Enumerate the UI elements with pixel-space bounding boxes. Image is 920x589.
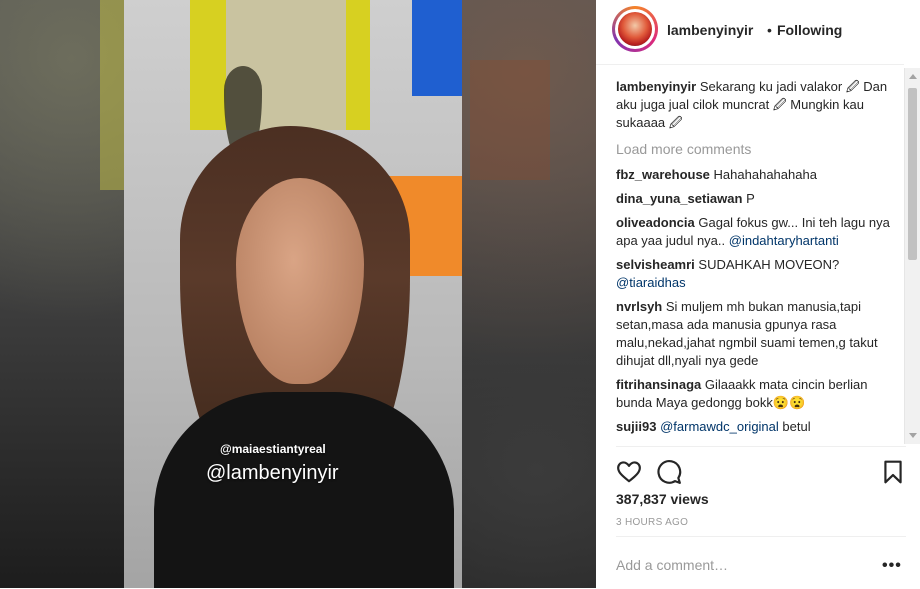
background-blue-panel (412, 0, 462, 96)
add-comment-bar: Add a comment… ••• (616, 536, 906, 589)
bookmark-icon[interactable] (880, 459, 906, 485)
comment-text: P (746, 191, 755, 206)
comment-text: betul (782, 419, 811, 434)
comment-mention-link[interactable]: @indahtaryhartanti (729, 233, 839, 248)
post-caption: lambenyinyir Sekarang ku jadi valakor 🖉 … (616, 78, 902, 132)
comment-item: nvrlsyh Si muljem mh bukan manusia,tapi … (616, 298, 902, 370)
scroll-down-arrow-icon[interactable] (909, 433, 917, 438)
comments-scrollbar[interactable] (904, 68, 920, 444)
post-header: lambenyinyir • Following (596, 0, 904, 65)
comment-item: fbz_warehouse Hahahahahahaha (616, 166, 902, 184)
comment-text: Hahahahahahaha (713, 167, 817, 182)
background-wall (190, 0, 370, 130)
more-options-icon[interactable]: ••• (882, 557, 902, 575)
header-separator: • (767, 22, 772, 38)
view-count[interactable]: 387,837 views (616, 491, 709, 507)
avatar[interactable] (612, 6, 658, 52)
comment-item: fitrihansinaga Gilaaakk mata cincin berl… (616, 376, 902, 412)
comment-bubble-icon[interactable] (656, 459, 682, 485)
comment-item: sujii93 @farmawdc_original betul (616, 418, 902, 436)
video-overlay-tag-small: @maiaestiantyreal (220, 442, 326, 456)
person-shirt (154, 392, 454, 588)
comment-username[interactable]: fbz_warehouse (616, 167, 710, 182)
comment-item: oliveadoncia Gagal fokus gw... Ini teh l… (616, 214, 902, 250)
caption-username[interactable]: lambenyinyir (616, 79, 696, 94)
comment-mention-link[interactable]: @farmawdc_original (660, 419, 779, 434)
comment-username[interactable]: oliveadoncia (616, 215, 695, 230)
comment-item: selvisheamri SUDAHKAH MOVEON? @tiaraidha… (616, 256, 902, 292)
video-overlay-tag-big: @lambenyinyir (206, 462, 339, 484)
post-actions (616, 446, 906, 487)
comment-username[interactable]: nvrlsyh (616, 299, 662, 314)
comments-list[interactable]: lambenyinyir Sekarang ku jadi valakor 🖉 … (616, 78, 902, 442)
follow-button[interactable]: Following (777, 22, 842, 38)
video-player[interactable]: @maiaestiantyreal @lambenyinyir (0, 0, 596, 588)
comment-username[interactable]: sujii93 (616, 419, 656, 434)
scrollbar-thumb[interactable] (908, 88, 917, 260)
comment-username[interactable]: fitrihansinaga (616, 377, 701, 392)
scroll-up-arrow-icon[interactable] (909, 74, 917, 79)
heart-icon[interactable] (616, 459, 642, 485)
post-side-panel: lambenyinyir • Following lambenyinyir Se… (596, 0, 920, 588)
post-timestamp[interactable]: 3 HOURS AGO (616, 517, 688, 528)
comment-username[interactable]: dina_yuna_setiawan (616, 191, 742, 206)
comment-text: SUDAHKAH MOVEON? (698, 257, 840, 272)
comment-item: dina_yuna_setiawan P (616, 190, 902, 208)
comment-username[interactable]: selvisheamri (616, 257, 695, 272)
video-frame[interactable] (124, 0, 462, 588)
add-comment-input[interactable]: Add a comment… (616, 557, 728, 573)
header-username[interactable]: lambenyinyir (667, 22, 753, 38)
comment-mention-link[interactable]: @tiaraidhas (616, 275, 686, 290)
load-more-comments-button[interactable]: Load more comments (616, 140, 902, 158)
